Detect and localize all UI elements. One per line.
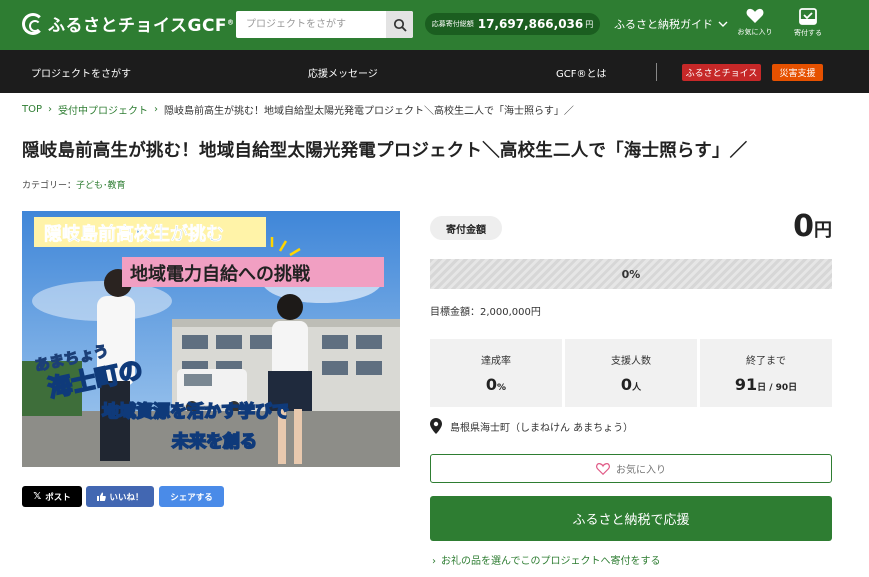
donation-box-icon: [799, 8, 817, 25]
hero-line3: 地域資源を活かす学びで: [102, 401, 289, 422]
project-photo: 隠岐島前高校生が挑む 地域電力自給への挑戦 あまちょう 海士町の 地域資源を活か…: [22, 211, 400, 467]
chevron-down-icon: [718, 21, 728, 27]
nav-divider: [656, 63, 657, 81]
favorite-label: お気に入り: [616, 465, 666, 476]
share-button[interactable]: シェアする: [159, 486, 224, 507]
stat-days-unit: 日 / 90日: [757, 383, 798, 393]
site-header: ふるさとチョイスGCF® 応募寄付総額 17,697,866,036 円 ふるさ…: [0, 0, 869, 50]
goal-value: 2,000,000円: [480, 307, 541, 318]
nav-about-gcf[interactable]: GCF®とは: [556, 65, 606, 80]
goal-amount: 目標金額：2,000,000円: [430, 303, 541, 318]
x-post-button[interactable]: 𝕏 ポスト: [22, 486, 82, 507]
search-button[interactable]: [386, 11, 413, 38]
site-logo[interactable]: ふるさとチョイスGCF®: [22, 11, 235, 36]
breadcrumb-accepting-projects[interactable]: 受付中プロジェクト: [58, 102, 148, 117]
heart-outline-icon: [596, 462, 610, 475]
breadcrumb-separator-icon: ›: [154, 104, 159, 115]
logo-text: ふるさとチョイスGCF: [48, 16, 228, 36]
page-title: 隠岐島前高生が挑む！地域自給型太陽光発電プロジェクト＼高校生二人で「海士照らす」…: [22, 141, 748, 161]
donation-history-link[interactable]: 寄付する: [788, 8, 828, 38]
favorites-link[interactable]: お気に入り: [735, 8, 775, 37]
total-donations-badge: 応募寄付総額 17,697,866,036 円: [425, 13, 600, 35]
furusato-choice-button[interactable]: ふるさとチョイス: [682, 64, 761, 81]
disaster-support-button[interactable]: 災害支援: [772, 64, 823, 81]
stat-rate-value: 0: [485, 375, 498, 394]
guide-label: ふるさと納税ガイド: [614, 18, 713, 31]
main-nav: プロジェクトをさがす 応援メッセージ GCF®とは ふるさとチョイス 災害支援: [0, 50, 869, 93]
logo-mark-icon: [22, 12, 44, 35]
donation-amount-unit: 円: [814, 220, 832, 241]
total-donations-unit: 円: [585, 19, 594, 29]
stat-rate-unit: %: [497, 383, 507, 393]
stat-supporters-value: 0: [620, 375, 633, 394]
x-post-label: ポスト: [45, 492, 71, 503]
stat-supporters-unit: 人: [632, 383, 642, 393]
stat-days-label: 終了まで: [746, 356, 786, 367]
search-input[interactable]: [236, 11, 386, 38]
stat-rate-label: 達成率: [481, 356, 511, 367]
stat-days-left: 終了まで 91日 / 90日: [700, 339, 832, 407]
hero-line2: 地域電力自給への挑戦: [130, 263, 311, 285]
goal-label: 目標金額：: [430, 307, 480, 318]
stat-days-value: 91: [734, 375, 758, 394]
logo-registered-mark: ®: [227, 18, 235, 27]
breadcrumb-separator-icon: ›: [48, 104, 53, 115]
location-text[interactable]: 島根県海士町（しまねけん あまちょう）: [450, 419, 633, 434]
progress-bar: 0%: [430, 259, 832, 289]
chevron-right-icon: ›: [432, 556, 436, 567]
x-logo-icon: 𝕏: [33, 491, 42, 502]
donate-button[interactable]: ふるさと納税で応援: [430, 496, 832, 541]
category-label: カテゴリー：: [22, 181, 77, 191]
stat-supporters-label: 支援人数: [611, 356, 651, 367]
breadcrumb-top[interactable]: TOP: [22, 104, 42, 115]
hero-line4: 未来を創る: [171, 431, 257, 452]
total-donations-label: 応募寄付総額: [431, 20, 474, 28]
breadcrumb: TOP › 受付中プロジェクト › 隠岐島前高生が挑む！地域自給型太陽光発電プロ…: [22, 102, 574, 117]
add-favorite-button[interactable]: お気に入り: [430, 454, 832, 483]
stat-supporters: 支援人数 0人: [565, 339, 697, 407]
hero-line1: 隠岐島前高校生が挑む: [44, 223, 224, 245]
map-pin-icon: [430, 418, 442, 434]
favorites-label: お気に入り: [737, 28, 773, 36]
location: 島根県海士町（しまねけん あまちょう）: [430, 418, 633, 434]
furusato-guide-menu[interactable]: ふるさと納税ガイド: [614, 16, 728, 32]
gift-donation-link[interactable]: › お礼の品を選んでこのプロジェクトへ寄付をする: [432, 552, 661, 567]
nav-support-messages[interactable]: 応援メッセージ: [308, 65, 378, 80]
category-line: カテゴリー：子ども･教育: [22, 178, 126, 191]
like-label: いいね！: [109, 492, 144, 503]
thumbs-up-icon: [97, 492, 107, 501]
donation-amount-pill: 寄付金額: [430, 216, 502, 240]
breadcrumb-current: 隠岐島前高生が挑む！地域自給型太陽光発電プロジェクト＼高校生二人で「海士照らす」…: [164, 106, 574, 117]
progress-text: 0%: [621, 267, 641, 281]
donation-amount-value: 0: [793, 209, 814, 244]
stat-achievement-rate: 達成率 0%: [430, 339, 562, 407]
heart-icon: [746, 8, 764, 23]
project-main-image: 隠岐島前高校生が挑む 地域電力自給への挑戦 あまちょう 海士町の 地域資源を活か…: [22, 211, 400, 467]
gift-link-label: お礼の品を選んでこのプロジェクトへ寄付をする: [441, 556, 661, 567]
donation-amount: 0円: [793, 209, 832, 244]
total-donations-amount: 17,697,866,036: [477, 17, 584, 31]
facebook-like-button[interactable]: いいね！: [86, 486, 154, 507]
nav-find-projects[interactable]: プロジェクトをさがす: [31, 65, 131, 80]
search-box: [236, 11, 413, 38]
donation-history-label: 寄付する: [794, 29, 822, 37]
search-icon: [393, 18, 407, 32]
category-link[interactable]: 子ども･教育: [76, 181, 126, 191]
